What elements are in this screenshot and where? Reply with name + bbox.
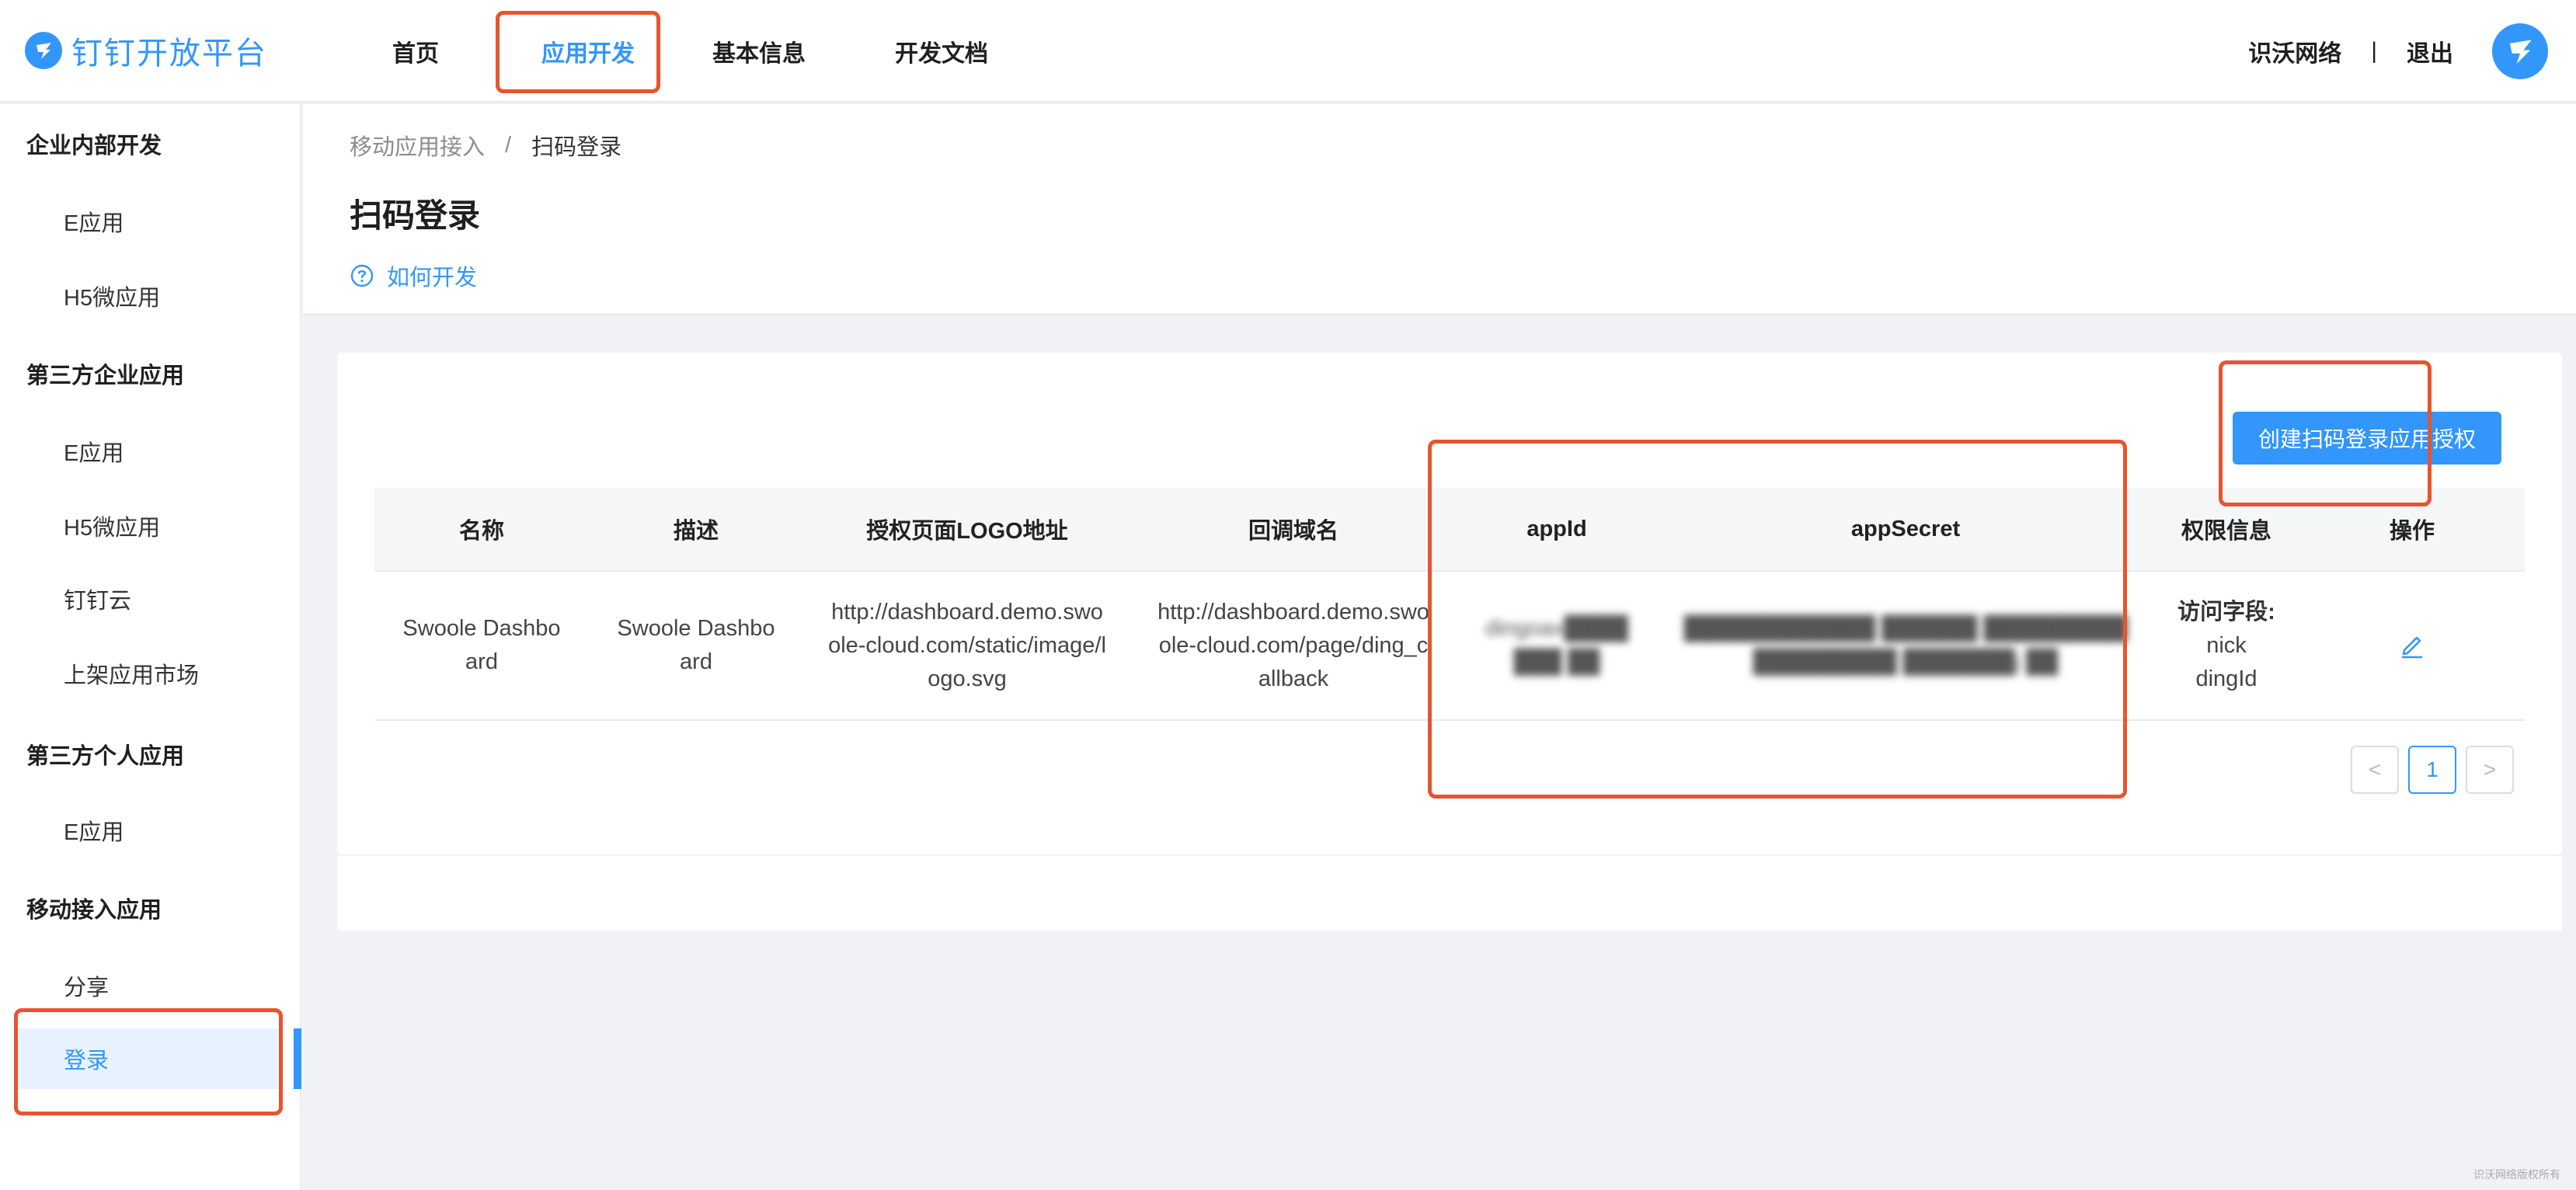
edit-icon[interactable] — [2398, 632, 2426, 659]
header-divider: | — [2371, 38, 2377, 64]
breadcrumb-separator: / — [505, 132, 512, 158]
brand-logo[interactable]: 钉钉开放平台 — [25, 23, 267, 78]
how-to-develop-label: 如何开发 — [387, 266, 478, 291]
column-description: 描述 — [673, 519, 719, 544]
nav-home[interactable]: 首页 — [365, 0, 466, 103]
dingtalk-avatar-icon — [2509, 40, 2532, 64]
cell-description: Swoole Dashboard — [617, 616, 775, 674]
how-to-develop-link[interactable]: 如何开发 — [350, 259, 477, 292]
column-callback-domain: 回调域名 — [1248, 519, 1338, 544]
page-header: 移动应用接入 / 扫码登录 扫码登录 如何开发 — [303, 104, 2576, 315]
permission-field-dingid: dingId — [2195, 666, 2257, 691]
pagination-next-button[interactable]: > — [2466, 746, 2514, 794]
user-area: 识沃网络 | 退出 — [2248, 0, 2548, 103]
pagination-page-1[interactable]: 1 — [2408, 746, 2456, 794]
top-navigation-bar: 钉钉开放平台 首页 应用开发 基本信息 开发文档 识沃网络 | 退出 — [0, 0, 2576, 103]
page-title: 扫码登录 — [350, 197, 481, 234]
sidebar-group-internal: 企业内部开发 — [26, 134, 162, 158]
sidebar-item-personal-e-app[interactable]: E应用 — [16, 800, 280, 861]
sidebar-group-third-party-personal: 第三方个人应用 — [26, 744, 185, 769]
main-nav: 首页 应用开发 基本信息 开发文档 — [365, 0, 1004, 103]
cell-permissions: 访问字段: nick dingId — [2153, 572, 2299, 719]
cell-name: Swoole Dashboard — [402, 616, 561, 674]
breadcrumb-parent[interactable]: 移动应用接入 — [350, 129, 485, 162]
sidebar-item-enterprise-e-app[interactable]: E应用 — [16, 421, 280, 482]
sidebar-item-internal-h5[interactable]: H5微应用 — [16, 266, 280, 326]
annotation-box-login-menu — [14, 1008, 283, 1115]
breadcrumb-current: 扫码登录 — [531, 135, 622, 160]
cell-logo-url: http://dashboard.demo.swoole-cloud.com/s… — [828, 599, 1106, 691]
sidebar-group-third-party-enterprise: 第三方企业应用 — [26, 364, 185, 388]
nav-basic-info[interactable]: 基本信息 — [701, 0, 817, 103]
sidebar-item-share[interactable]: 分享 — [16, 955, 280, 1016]
user-avatar[interactable] — [2492, 23, 2548, 79]
help-circle-icon — [350, 264, 374, 287]
annotation-box-nav — [496, 11, 660, 93]
logout-link[interactable]: 退出 — [2407, 34, 2453, 68]
dingtalk-logo-icon — [25, 32, 62, 69]
sidebar-item-enterprise-h5[interactable]: H5微应用 — [16, 496, 280, 556]
cell-callback-domain: http://dashboard.demo.swoole-cloud.com/p… — [1157, 599, 1429, 691]
column-name: 名称 — [458, 519, 504, 544]
sidebar-active-indicator — [294, 1028, 301, 1089]
permission-label: 访问字段: — [2177, 599, 2275, 625]
sidebar-group-mobile-access: 移动接入应用 — [26, 898, 162, 923]
pagination: < 1 > — [2341, 746, 2514, 794]
column-logo-url: 授权页面LOGO地址 — [866, 519, 1068, 544]
org-name[interactable]: 识沃网络 — [2248, 34, 2341, 68]
sidebar-item-app-market[interactable]: 上架应用市场 — [16, 643, 280, 704]
watermark: 识沃网络版权所有 — [2473, 1168, 2560, 1181]
breadcrumb: 移动应用接入 / 扫码登录 — [350, 129, 621, 162]
annotation-box-credentials — [1428, 440, 2127, 799]
sidebar-item-dingtalk-cloud[interactable]: 钉钉云 — [16, 569, 280, 629]
permission-field-nick: nick — [2206, 632, 2247, 658]
annotation-box-create-button — [2219, 360, 2432, 506]
card-footer-area — [337, 856, 2562, 931]
brand-name: 钉钉开放平台 — [71, 37, 267, 71]
sidebar-item-internal-e-app[interactable]: E应用 — [16, 191, 280, 252]
cell-actions — [2299, 572, 2525, 719]
pagination-prev-button[interactable]: < — [2351, 746, 2399, 794]
nav-dev-docs[interactable]: 开发文档 — [879, 0, 1004, 103]
